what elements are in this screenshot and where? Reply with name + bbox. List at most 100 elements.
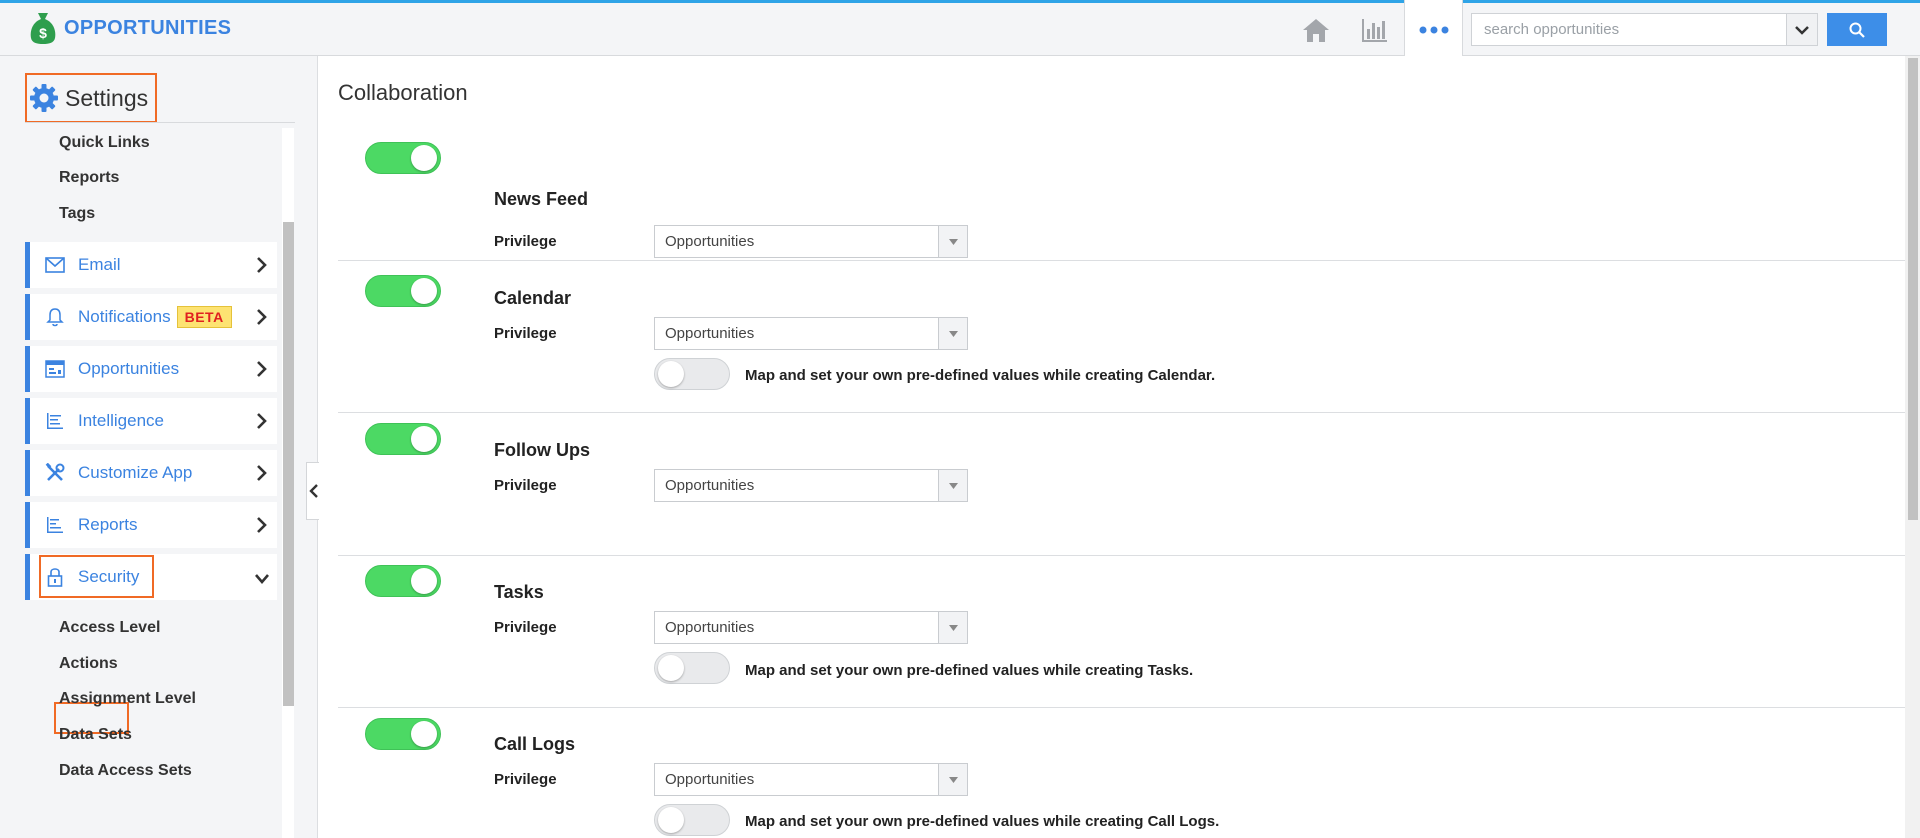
chevron-right-icon (257, 517, 267, 533)
chevron-down-icon (1795, 25, 1809, 35)
privilege-label: Privilege (494, 771, 557, 788)
sidebar-item-label: Reports (78, 515, 138, 534)
privilege-select[interactable]: Opportunities (654, 225, 968, 258)
sidebar-item-opportunities[interactable]: Opportunities (25, 346, 277, 392)
caret-down-icon (938, 612, 967, 643)
map-values-text: Map and set your own pre-defined values … (745, 367, 1216, 384)
chevron-left-icon (308, 484, 318, 498)
brand[interactable]: $ OPPORTUNITIES (28, 11, 231, 45)
svg-text:$: $ (39, 25, 47, 41)
caret-down-icon (938, 226, 967, 257)
section-title: News Feed (494, 189, 589, 209)
caret-down-icon (938, 318, 967, 349)
reports-icon (44, 514, 66, 536)
sidebar-item-reports[interactable]: Reports (25, 502, 277, 548)
privilege-label: Privilege (494, 325, 557, 342)
section-title: Calendar (494, 288, 572, 308)
security-link-data-sets[interactable]: Data Sets (59, 726, 132, 744)
section-title: Call Logs (494, 734, 576, 754)
call-logs-map-toggle[interactable] (654, 804, 730, 836)
privilege-label: Privilege (494, 477, 557, 494)
sidebar-item-label: Intelligence (78, 411, 165, 430)
bell-icon (44, 306, 66, 328)
sidebar-item-email[interactable]: Email (25, 242, 277, 288)
chevron-right-icon (257, 309, 267, 325)
sidebar-item-customize-app[interactable]: Customize App (25, 450, 277, 496)
app-title: OPPORTUNITIES (64, 16, 232, 39)
search-button[interactable] (1827, 13, 1887, 46)
home-icon[interactable] (1299, 13, 1333, 47)
section-tasks: Tasks Privilege Opportunities Map and se… (338, 556, 1908, 708)
sidebar-scrollbar-thumb[interactable] (283, 222, 294, 706)
privilege-select[interactable]: Opportunities (654, 317, 968, 350)
chart-icon[interactable] (1357, 13, 1391, 47)
chevron-right-icon (257, 413, 267, 429)
tasks-toggle[interactable] (365, 565, 441, 597)
calendar-map-toggle[interactable] (654, 358, 730, 390)
gear-icon (30, 84, 58, 112)
search-input[interactable] (1471, 13, 1787, 46)
top-bar: $ OPPORTUNITIES (0, 0, 1920, 59)
sidebar-link-reports[interactable]: Reports (59, 169, 119, 187)
more-icon[interactable] (1404, 0, 1463, 59)
section-calendar: Calendar Privilege Opportunities Map and… (338, 261, 1908, 413)
privilege-label: Privilege (494, 619, 557, 636)
chevron-down-icon (255, 574, 269, 584)
map-values-text: Map and set your own pre-defined values … (745, 813, 1220, 830)
tools-icon (44, 462, 66, 484)
section-title: Tasks (494, 582, 544, 602)
privilege-label: Privilege (494, 233, 557, 250)
intelligence-icon (44, 410, 66, 432)
privilege-value: Opportunities (665, 325, 755, 342)
sidebar-item-label: Customize App (78, 463, 193, 482)
settings-title: Settings (65, 84, 149, 111)
privilege-value: Opportunities (665, 233, 755, 250)
privilege-select[interactable]: Opportunities (654, 611, 968, 644)
sidebar-item-notifications[interactable]: Notifications BETA (25, 294, 277, 340)
sidebar-link-quick-links[interactable]: Quick Links (59, 134, 150, 152)
money-bag-icon: $ (30, 13, 56, 44)
section-follow-ups: Follow Ups Privilege Opportunities (338, 413, 1908, 556)
settings-header: Settings (25, 73, 157, 123)
search-filter-dropdown[interactable] (1787, 13, 1818, 46)
privilege-select[interactable]: Opportunities (654, 469, 968, 502)
call-logs-toggle[interactable] (365, 718, 441, 750)
follow-ups-toggle[interactable] (365, 423, 441, 455)
section-news-feed: News Feed Privilege Opportunities (338, 128, 1908, 261)
news-feed-toggle[interactable] (365, 142, 441, 174)
tasks-map-toggle[interactable] (654, 652, 730, 684)
calendar-toggle[interactable] (365, 275, 441, 307)
security-highlight-box (39, 555, 154, 598)
caret-down-icon (938, 470, 967, 501)
map-values-text: Map and set your own pre-defined values … (745, 662, 1194, 679)
privilege-value: Opportunities (665, 771, 755, 788)
privilege-value: Opportunities (665, 619, 755, 636)
envelope-icon (44, 254, 66, 276)
privilege-value: Opportunities (665, 477, 755, 494)
page-title: Collaboration (338, 80, 468, 105)
security-link-assignment-level[interactable]: Assignment Level (59, 690, 196, 708)
sidebar-collapse-button[interactable] (306, 462, 320, 520)
security-link-access-level[interactable]: Access Level (59, 619, 160, 637)
sidebar-item-label: Opportunities (78, 359, 180, 378)
sidebar-item-label: Email (78, 255, 121, 274)
security-link-data-access-sets[interactable]: Data Access Sets (59, 762, 192, 780)
sidebar-link-tags[interactable]: Tags (59, 205, 95, 223)
security-link-actions[interactable]: Actions (59, 655, 118, 673)
main-content: Collaboration News Feed Privilege Opport… (319, 56, 1908, 838)
sidebar-item-intelligence[interactable]: Intelligence (25, 398, 277, 444)
section-call-logs: Call Logs Privilege Opportunities Map an… (338, 708, 1908, 838)
sidebar-item-label: Notifications (78, 307, 171, 326)
chevron-right-icon (257, 465, 267, 481)
privilege-select[interactable]: Opportunities (654, 763, 968, 796)
search-icon (1849, 22, 1865, 38)
section-title: Follow Ups (494, 440, 590, 460)
beta-badge: BETA (176, 306, 232, 328)
main-scrollbar-thumb[interactable] (1908, 58, 1918, 520)
sidebar: Settings Quick Links Reports Tags Email … (0, 56, 318, 838)
opportunities-icon (44, 358, 66, 380)
divider (25, 122, 295, 123)
caret-down-icon (938, 764, 967, 795)
chevron-right-icon (257, 361, 267, 377)
chevron-right-icon (257, 257, 267, 273)
